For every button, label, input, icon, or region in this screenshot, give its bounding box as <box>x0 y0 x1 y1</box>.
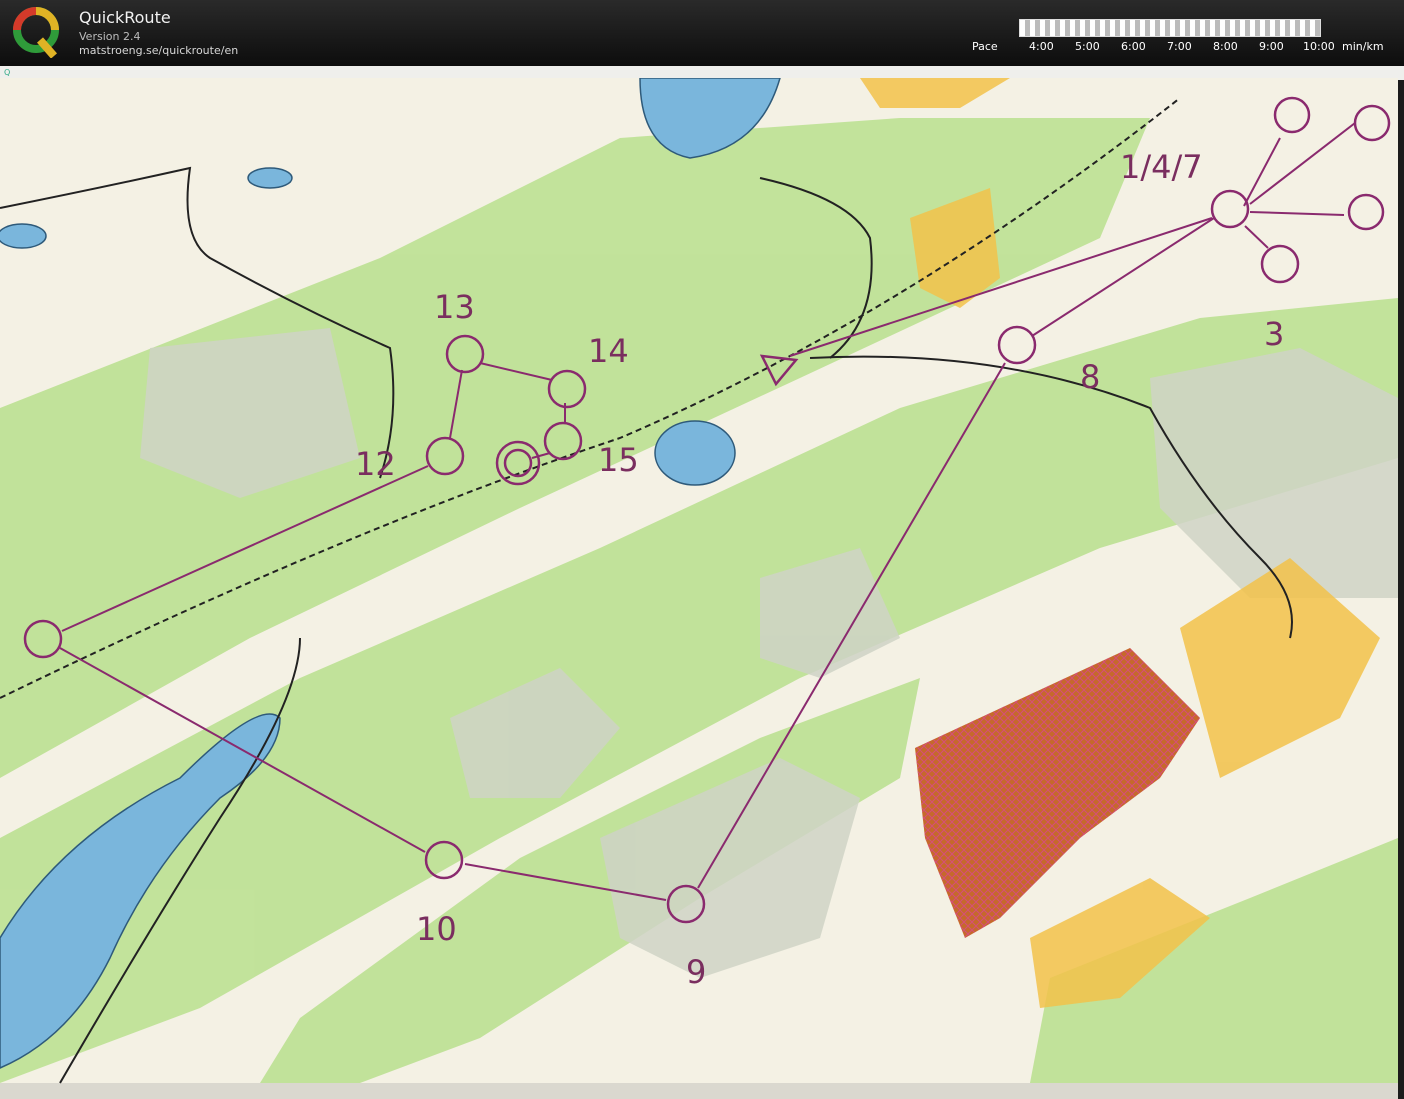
control-label-12: 12 <box>355 445 396 483</box>
quickroute-logo-icon <box>13 7 59 58</box>
pace-tick: 7:00 <box>1167 40 1192 53</box>
control-label-1-4-7: 1/4/7 <box>1120 148 1203 186</box>
control-label-9: 9 <box>686 953 706 991</box>
app-version: Version 2.4 <box>79 30 141 43</box>
pace-tick: 8:00 <box>1213 40 1238 53</box>
control-label-13: 13 <box>434 288 475 326</box>
pace-color-scale <box>1019 19 1321 37</box>
app-title: QuickRoute <box>79 8 171 27</box>
pace-tick: 6:00 <box>1121 40 1146 53</box>
control-label-14: 14 <box>588 332 629 370</box>
pace-tick: 5:00 <box>1075 40 1100 53</box>
pace-tick: 9:00 <box>1259 40 1284 53</box>
pond-north <box>247 167 293 189</box>
lake-central <box>654 420 736 486</box>
bottom-paper-margin <box>0 1083 1398 1099</box>
app-header: QuickRoute Version 2.4 matstroeng.se/qui… <box>0 0 1404 66</box>
control-label-8: 8 <box>1080 358 1100 396</box>
mini-logo-icon: Q <box>4 68 11 77</box>
pond-northwest <box>0 223 47 249</box>
pace-unit: min/km <box>1342 40 1384 53</box>
control-label-15: 15 <box>598 441 639 479</box>
pace-label: Pace <box>972 40 998 53</box>
control-label-10: 10 <box>416 910 457 948</box>
orienteering-map[interactable]: 1/4/7 3 8 9 10 12 13 14 15 <box>0 78 1398 1099</box>
control-label-3: 3 <box>1264 315 1284 353</box>
pace-tick: 10:00 <box>1303 40 1335 53</box>
pace-tick: 4:00 <box>1029 40 1054 53</box>
app-url[interactable]: matstroeng.se/quickroute/en <box>79 44 238 57</box>
